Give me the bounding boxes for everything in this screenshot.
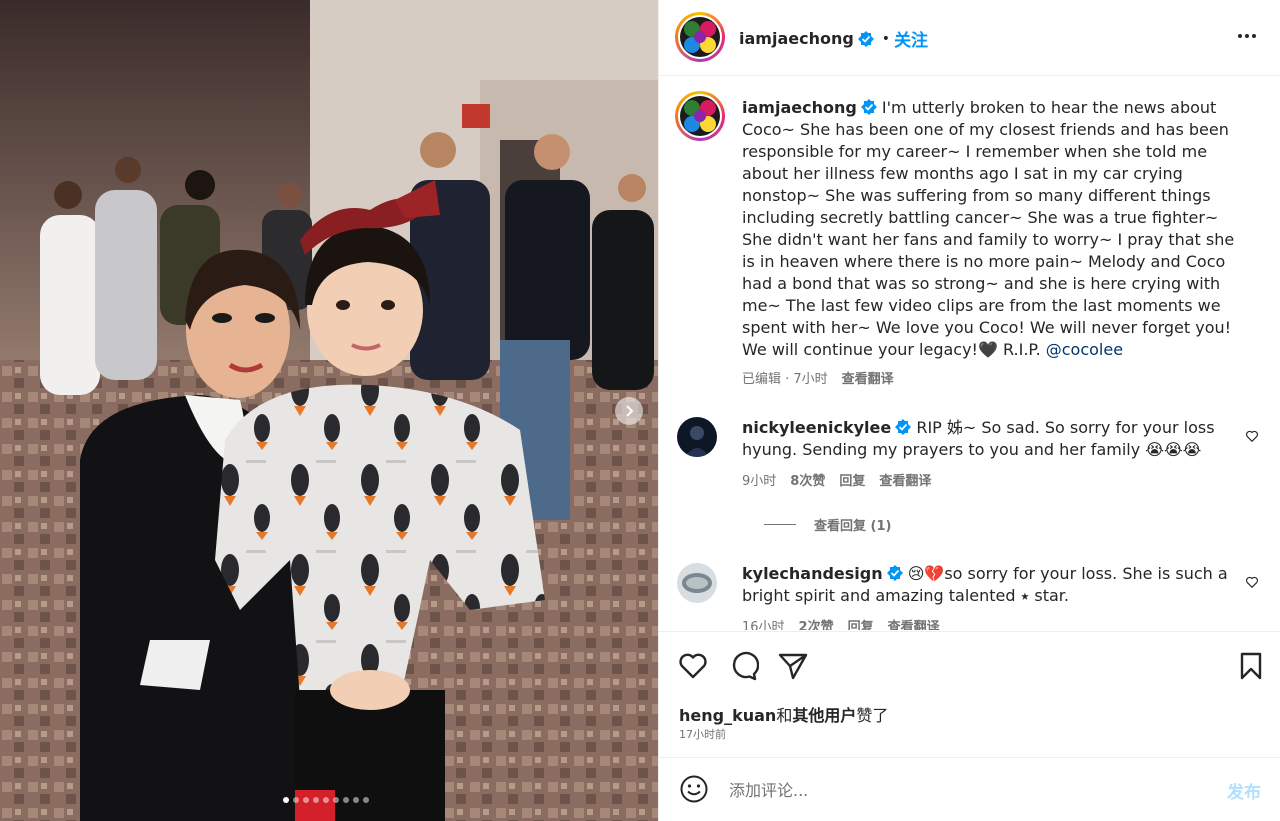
comment-time: 9小时 (742, 474, 777, 489)
post-side-panel: iamjaechong • 关注 iamjaechong I'm utterly… (658, 0, 1280, 821)
comment-likes[interactable]: 2次赞 (799, 617, 834, 630)
follow-button[interactable]: 关注 (894, 26, 928, 51)
carousel-dot (303, 797, 309, 803)
carousel-indicator (283, 797, 369, 803)
avatar-image (680, 17, 720, 57)
comment-meta: 16小时 2次赞 回复 查看翻译 (742, 617, 1247, 630)
verified-badge-icon (886, 565, 903, 581)
carousel-dot (283, 797, 289, 803)
edited-timestamp: 已编辑 · 7小时 (742, 372, 828, 387)
view-replies-label: 查看回复 (1) (814, 519, 892, 534)
replies-line (764, 524, 796, 525)
translate-link[interactable]: 查看翻译 (879, 471, 931, 493)
comments-section[interactable]: iamjaechong I'm utterly broken to hear t… (659, 77, 1280, 630)
author-avatar[interactable] (675, 12, 725, 62)
comment-bubble-icon[interactable] (727, 650, 759, 682)
liked-by-others[interactable]: 其他用户 (792, 706, 856, 725)
translate-link[interactable]: 查看翻译 (842, 369, 894, 391)
mention-link[interactable]: @cocolee (1046, 340, 1123, 359)
reply-button[interactable]: 回复 (839, 471, 865, 493)
comment-likes[interactable]: 8次赞 (790, 471, 825, 493)
photo-scene (0, 0, 658, 821)
like-comment-heart-icon[interactable] (1245, 429, 1259, 443)
comment-input[interactable] (729, 776, 1189, 804)
post-viewer: iamjaechong • 关注 iamjaechong I'm utterly… (0, 0, 1280, 821)
post-photo[interactable] (0, 0, 658, 821)
post-timestamp[interactable]: 17小时前 (679, 726, 726, 742)
save-bookmark-icon[interactable] (1235, 650, 1267, 682)
liked-by-conj: 和 (776, 706, 793, 725)
caption-text: I'm utterly broken to hear the news abou… (742, 98, 1235, 359)
caption-username[interactable]: iamjaechong (742, 98, 857, 117)
comment-body: nickyleenickylee RIP 姊~ So sad. So sorry… (742, 417, 1247, 493)
verified-badge-icon (895, 419, 912, 435)
add-comment-bar: 发布 (659, 757, 1280, 821)
next-photo-button[interactable] (615, 397, 643, 425)
avatar-image (680, 96, 720, 136)
separator-dot: • (881, 30, 891, 47)
chevron-right-icon (626, 405, 634, 417)
author-username[interactable]: iamjaechong (739, 29, 854, 48)
comment-time: 16小时 (742, 620, 785, 630)
carousel-dot (353, 797, 359, 803)
translate-link[interactable]: 查看翻译 (888, 617, 940, 630)
carousel-dot (363, 797, 369, 803)
caption-meta: 已编辑 · 7小时 查看翻译 (742, 369, 1247, 391)
comment-meta: 9小时 8次赞 回复 查看翻译 (742, 471, 1247, 493)
commenter-avatar[interactable] (677, 417, 717, 457)
post-comment-button[interactable]: 发布 (1227, 778, 1261, 803)
verified-badge-icon (860, 99, 877, 115)
reply-button[interactable]: 回复 (848, 617, 874, 630)
verified-badge-icon (857, 30, 874, 47)
carousel-dot (293, 797, 299, 803)
share-send-icon[interactable] (777, 650, 809, 682)
view-replies-button[interactable]: 查看回复 (1) (764, 515, 891, 534)
carousel-dot (313, 797, 319, 803)
commenter-avatar[interactable] (677, 563, 717, 603)
commenter-username[interactable]: kylechandesign (742, 564, 883, 583)
liked-by: heng_kuan和其他用户赞了 (679, 702, 888, 726)
carousel-dot (333, 797, 339, 803)
more-horizontal-icon[interactable] (1235, 24, 1259, 48)
carousel-dot (323, 797, 329, 803)
liked-by-suffix: 赞了 (856, 706, 889, 725)
commenter-username[interactable]: nickyleenickylee (742, 418, 891, 437)
like-comment-heart-icon[interactable] (1245, 575, 1259, 589)
action-bar: heng_kuan和其他用户赞了 17小时前 (659, 631, 1280, 757)
caption-body: iamjaechong I'm utterly broken to hear t… (742, 97, 1247, 391)
liked-by-user[interactable]: heng_kuan (679, 706, 776, 725)
caption-avatar[interactable] (675, 91, 725, 141)
emoji-smiley-icon[interactable] (679, 774, 709, 804)
post-header: iamjaechong • 关注 (659, 0, 1280, 76)
comment-body: kylechandesign 😢💔so sorry for your loss.… (742, 563, 1247, 630)
carousel-dot (343, 797, 349, 803)
like-heart-icon[interactable] (677, 650, 709, 682)
